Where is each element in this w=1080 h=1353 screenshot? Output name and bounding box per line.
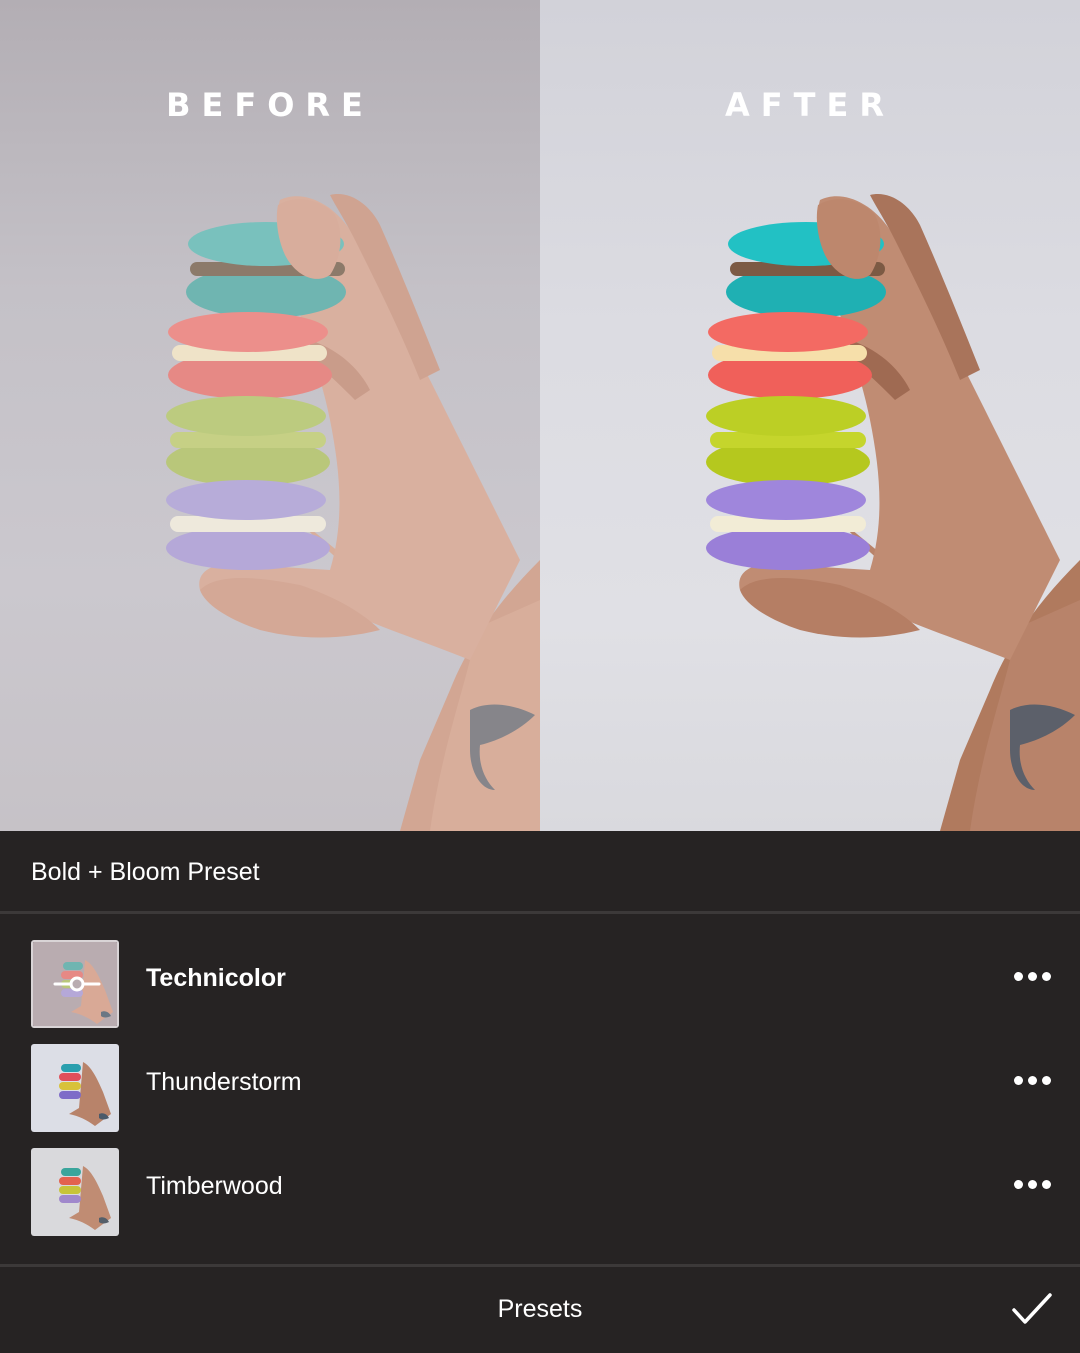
slider-adjust-icon [53,976,101,992]
bottom-toolbar: Presets [0,1264,1080,1353]
preset-group-title: Bold + Bloom Preset [31,858,260,886]
preset-name: Thunderstorm [146,1068,302,1096]
preset-item-thunderstorm[interactable]: Thunderstorm [0,1034,1080,1138]
macaron-green [166,396,330,486]
preset-item-technicolor[interactable]: Technicolor [0,930,1080,1034]
more-dots-icon[interactable] [1012,1076,1052,1088]
before-photo: BEFORE [0,0,540,831]
checkmark-icon[interactable] [1010,1291,1054,1327]
after-photo: AFTER [540,0,1080,831]
preset-item-timberwood[interactable]: Timberwood [0,1138,1080,1242]
presets-tab-label[interactable]: Presets [0,1295,1080,1324]
macaron-green [706,396,870,486]
macaron-coral [168,312,332,399]
preset-name: Timberwood [146,1172,283,1200]
preset-list: Technicolor Thunderstorm Timberwood [0,914,1080,1265]
before-after-comparison: BEFORE AFTER [0,0,1080,831]
preset-thumbnail [31,1044,119,1132]
preset-group-header[interactable]: Bold + Bloom Preset [0,831,1080,914]
preset-name: Technicolor [146,964,286,992]
preset-thumbnail [31,1148,119,1236]
macaron-stack-after-image [706,194,1080,831]
macaron-lavender [706,480,870,570]
preset-thumbnail [31,940,119,1028]
more-dots-icon[interactable] [1012,972,1052,984]
macaron-coral [708,312,872,399]
more-dots-icon[interactable] [1012,1180,1052,1192]
after-label: AFTER [725,86,895,124]
macaron-stack-before-image [166,194,540,831]
before-label: BEFORE [166,86,374,124]
macaron-lavender [166,480,330,570]
